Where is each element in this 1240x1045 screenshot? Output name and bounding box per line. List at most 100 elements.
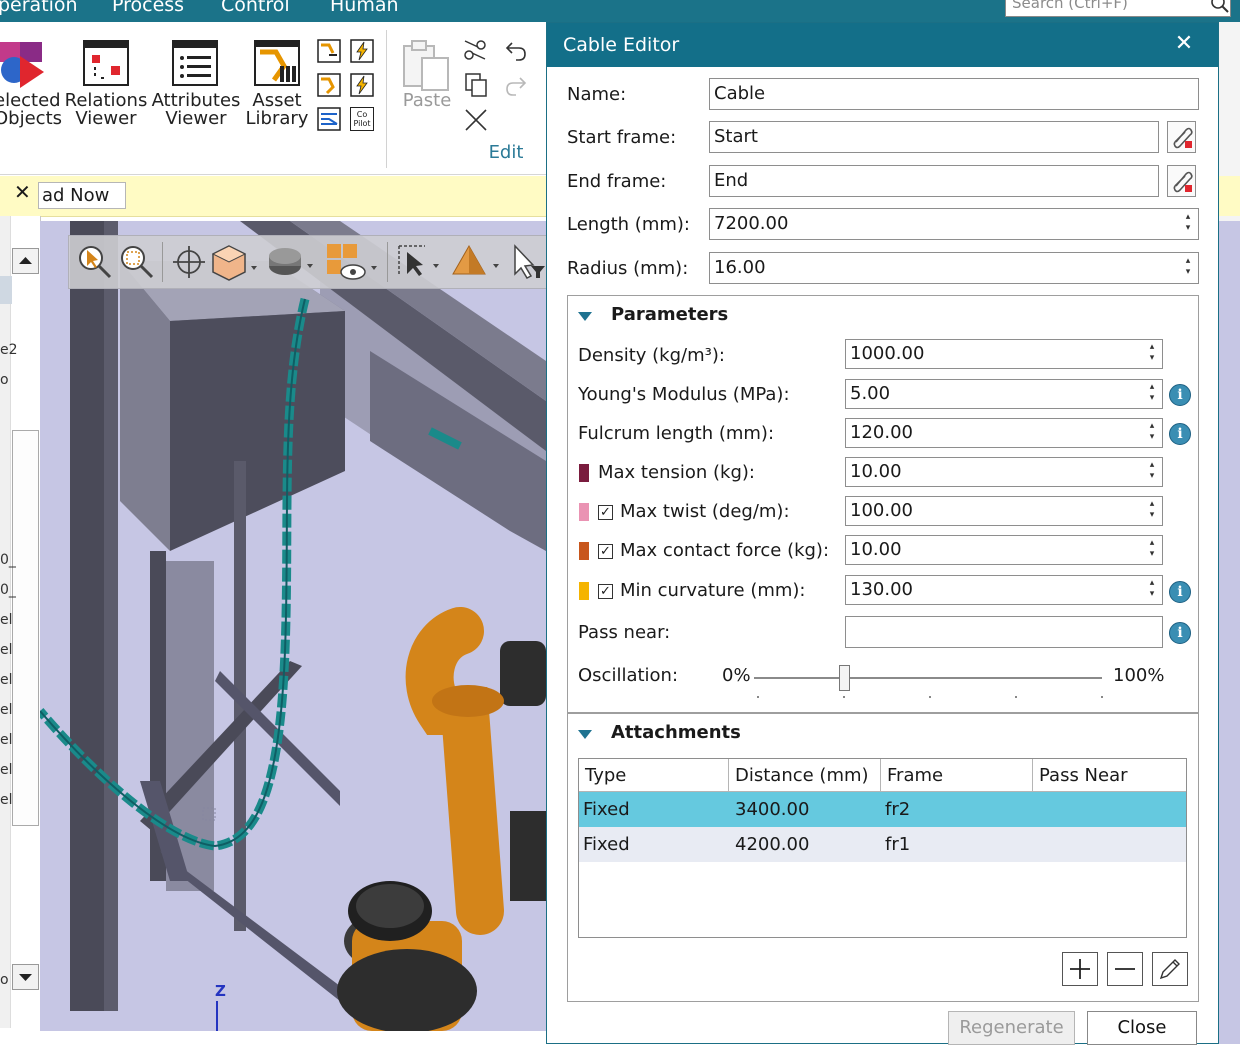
info-icon[interactable]: i	[1169, 622, 1191, 644]
sequence-icon[interactable]	[317, 107, 341, 131]
column-header-distance[interactable]: Distance (mm)	[729, 759, 881, 792]
max-contact-field[interactable]: 10.00 ▴ ▾	[845, 535, 1163, 565]
pointer-filter-icon[interactable]	[509, 242, 546, 282]
attributes-viewer-button[interactable]: Attributes Viewer	[150, 92, 242, 128]
robot-arm-icon[interactable]	[317, 73, 341, 97]
youngs-modulus-field[interactable]: 5.00 ▴ ▾	[845, 379, 1163, 409]
read-now-button[interactable]: ad Now	[38, 182, 126, 209]
min-curvature-field[interactable]: 130.00 ▴ ▾	[845, 575, 1163, 605]
spin-down-icon[interactable]: ▾	[1148, 510, 1156, 521]
spin-down-icon[interactable]: ▾	[1148, 471, 1156, 482]
redo-icon[interactable]	[504, 74, 528, 98]
relations-viewer-button[interactable]: Relations Viewer	[64, 92, 148, 128]
lightning-icon[interactable]	[350, 39, 374, 63]
min-curvature-checkbox[interactable]: ✓	[598, 584, 613, 599]
shape-icon[interactable]	[451, 242, 501, 282]
cut-icon[interactable]	[463, 39, 489, 61]
length-spinner[interactable]: ▴ ▾	[1184, 212, 1192, 236]
spin-up-icon[interactable]: ▴	[1148, 499, 1156, 510]
center-target-icon[interactable]	[171, 244, 207, 280]
signal-lightning-icon[interactable]	[350, 73, 374, 97]
visibility-icon[interactable]	[325, 242, 379, 282]
spin-down-icon[interactable]: ▾	[1148, 432, 1156, 443]
spin-up-icon[interactable]: ▴	[1184, 256, 1192, 267]
view-cube-icon[interactable]	[211, 242, 257, 282]
table-row[interactable]: Fixed 4200.00 fr1	[579, 827, 1186, 862]
menu-control[interactable]: Control	[221, 0, 290, 16]
search-icon[interactable]	[1210, 0, 1230, 14]
copilot-button[interactable]: Co Pilot	[350, 107, 374, 131]
close-icon[interactable]: ✕	[1171, 31, 1197, 56]
spin-up-icon[interactable]: ▴	[1184, 212, 1192, 223]
max-tension-field[interactable]: 10.00 ▴ ▾	[845, 457, 1163, 487]
edit-attachment-button[interactable]	[1152, 952, 1188, 986]
name-field[interactable]: Cable	[709, 78, 1199, 110]
collapse-triangle-icon[interactable]	[578, 730, 592, 739]
add-attachment-button[interactable]	[1062, 952, 1098, 986]
spin-down-icon[interactable]: ▾	[1148, 549, 1156, 560]
search-input[interactable]: Search (Ctrl+F)	[1005, 0, 1231, 17]
spin-up-icon[interactable]: ▴	[1148, 382, 1156, 393]
max-contact-spinner[interactable]: ▴ ▾	[1148, 538, 1156, 562]
oscillation-slider-thumb[interactable]	[839, 665, 851, 691]
min-curvature-spinner[interactable]: ▴ ▾	[1148, 578, 1156, 602]
spin-up-icon[interactable]: ▴	[1148, 460, 1156, 471]
zoom-select-icon[interactable]	[77, 244, 113, 280]
copy-icon[interactable]	[463, 72, 489, 98]
menu-process[interactable]: Process	[112, 0, 184, 16]
radius-field[interactable]: 16.00 ▴ ▾	[709, 252, 1199, 284]
max-twist-spinner[interactable]: ▴ ▾	[1148, 499, 1156, 523]
robot-program-icon[interactable]	[317, 39, 341, 63]
undo-icon[interactable]	[504, 39, 528, 63]
info-icon[interactable]: i	[1169, 384, 1191, 406]
paste-button[interactable]: Paste	[400, 92, 454, 110]
density-field[interactable]: 1000.00 ▴ ▾	[845, 339, 1163, 369]
oscillation-slider-track[interactable]	[754, 677, 1102, 679]
max-contact-checkbox[interactable]: ✓	[598, 544, 613, 559]
spin-up-icon[interactable]: ▴	[1148, 578, 1156, 589]
info-icon[interactable]: i	[1169, 581, 1191, 603]
spin-down-icon[interactable]: ▾	[1184, 223, 1192, 234]
fulcrum-length-spinner[interactable]: ▴ ▾	[1148, 421, 1156, 445]
table-row[interactable]: Fixed 3400.00 fr2	[579, 792, 1186, 827]
scrollbar-thumb[interactable]	[12, 430, 39, 826]
render-mode-icon[interactable]	[267, 244, 313, 280]
length-field[interactable]: 7200.00 ▴ ▾	[709, 208, 1199, 240]
end-frame-pick-button[interactable]	[1167, 165, 1196, 197]
start-frame-pick-button[interactable]	[1167, 121, 1196, 153]
youngs-modulus-spinner[interactable]: ▴ ▾	[1148, 382, 1156, 406]
close-button[interactable]: Close	[1087, 1011, 1197, 1045]
info-icon[interactable]: i	[1169, 423, 1191, 445]
menu-operation[interactable]: peration	[0, 0, 78, 16]
density-spinner[interactable]: ▴ ▾	[1148, 342, 1156, 366]
spin-up-icon[interactable]: ▴	[1148, 421, 1156, 432]
pass-near-field[interactable]	[845, 616, 1163, 648]
close-icon[interactable]: ✕	[14, 180, 31, 204]
fulcrum-length-field[interactable]: 120.00 ▴ ▾	[845, 418, 1163, 448]
spin-up-icon[interactable]: ▴	[1148, 538, 1156, 549]
scroll-down-button[interactable]	[12, 964, 39, 990]
collapse-triangle-icon[interactable]	[578, 312, 592, 321]
delete-icon[interactable]	[463, 107, 489, 133]
column-header-pass-near[interactable]: Pass Near	[1033, 759, 1186, 792]
menu-human[interactable]: Human	[330, 0, 399, 16]
end-frame-field[interactable]: End	[709, 165, 1159, 197]
radius-spinner[interactable]: ▴ ▾	[1184, 256, 1192, 280]
spin-down-icon[interactable]: ▾	[1184, 267, 1192, 278]
spin-down-icon[interactable]: ▾	[1148, 353, 1156, 364]
scroll-up-button[interactable]	[12, 248, 39, 274]
start-frame-field[interactable]: Start	[709, 121, 1159, 153]
zoom-fit-icon[interactable]	[119, 244, 155, 280]
asset-library-button[interactable]: Asset Library	[244, 92, 310, 128]
regenerate-button[interactable]: Regenerate	[948, 1011, 1075, 1045]
spin-down-icon[interactable]: ▾	[1148, 589, 1156, 600]
select-mode-icon[interactable]	[395, 244, 443, 280]
spin-down-icon[interactable]: ▾	[1148, 393, 1156, 404]
spin-up-icon[interactable]: ▴	[1148, 342, 1156, 353]
remove-attachment-button[interactable]	[1107, 952, 1143, 986]
3d-viewport[interactable]: Z	[40, 221, 546, 1031]
selected-tree-item[interactable]	[0, 276, 12, 304]
column-header-type[interactable]: Type	[579, 759, 729, 792]
max-twist-checkbox[interactable]: ✓	[598, 505, 613, 520]
column-header-frame[interactable]: Frame	[881, 759, 1033, 792]
